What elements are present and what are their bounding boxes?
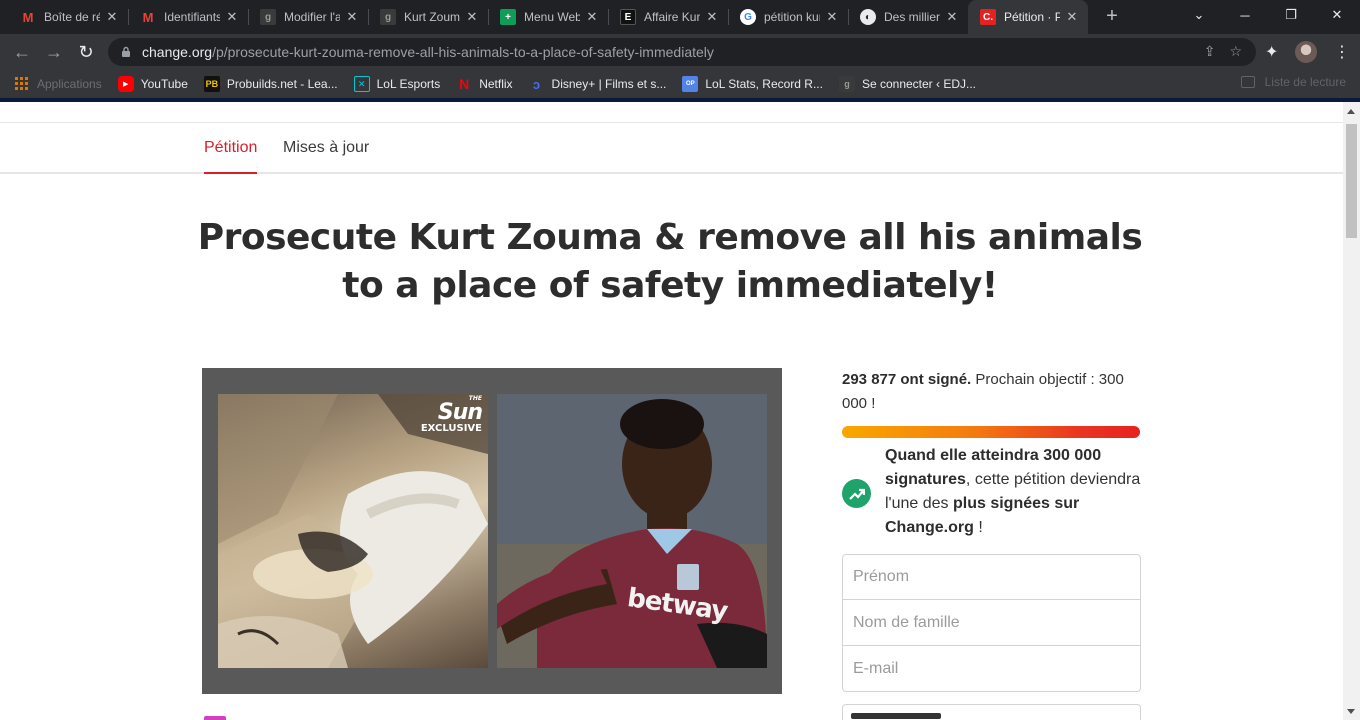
trending-up-icon [842,479,871,508]
tab-petition[interactable]: Pétition [204,123,258,174]
site-icon: g [260,9,276,25]
page-viewport: Pétition Mises à jour Prosecute Kurt Zou… [0,102,1343,720]
browser-tab[interactable]: M Boîte de réception✕ [8,0,128,34]
netflix-icon: N [459,76,470,92]
site-icon: E [620,9,636,25]
opgg-icon: OP [682,76,699,92]
youtube-icon: ▶ [117,76,134,92]
petition-title: Prosecute Kurt Zouma & remove all his an… [197,217,1143,306]
extensions-icon[interactable]: ✦ [1265,42,1278,62]
scrollbar-thumb[interactable] [1346,124,1357,238]
browser-tab-strip: M Boîte de réception✕ M Identifiants✕ g … [0,0,1360,34]
sheets-icon: + [500,9,516,25]
minimize-button[interactable]: ─ [1222,0,1268,30]
last-name-field[interactable] [842,600,1141,646]
bookmark-lol-esports[interactable]: ✕ LoL Esports [353,76,440,92]
close-tab-icon[interactable]: ✕ [464,9,480,25]
cat-video-still: THE Sun EXCLUSIVE [218,394,488,668]
site-icon: g [838,76,855,92]
close-window-button[interactable]: ✕ [1314,0,1360,30]
close-tab-icon[interactable]: ✕ [824,9,840,25]
close-tab-icon[interactable]: ✕ [104,9,120,25]
close-tab-icon[interactable]: ✕ [1064,9,1080,25]
bookmark-probuilds[interactable]: PB Probuilds.net - Lea... [203,76,338,92]
bookmark-disney[interactable]: ↄ Disney+ | Films et s... [529,76,666,92]
browser-toolbar: ← → ↻ change.org/p/prosecute-kurt-zouma-… [0,34,1360,70]
reload-icon[interactable]: ↻ [74,40,98,64]
author-badge-icon [204,716,226,720]
url-text: change.org/p/prosecute-kurt-zouma-remove… [142,44,714,60]
tab-search-icon[interactable]: ⌄ [1176,0,1222,30]
reading-list-button[interactable]: Liste de lecture [1240,75,1346,89]
scroll-down-arrow-icon[interactable] [1347,709,1355,714]
share-icon[interactable]: ⇪ [1204,43,1216,60]
probuilds-icon: PB [203,76,220,92]
close-tab-icon[interactable]: ✕ [944,9,960,25]
new-tab-button[interactable]: + [1098,5,1126,29]
globe-icon: ◐ [860,9,876,25]
gmail-icon: M [142,9,154,25]
disney-icon: ↄ [532,76,541,92]
tab-updates[interactable]: Mises à jour [283,123,369,174]
address-bar[interactable]: change.org/p/prosecute-kurt-zouma-remove… [108,38,1256,66]
menu-icon[interactable]: ⋮ [1334,42,1350,62]
gmail-icon: M [22,9,34,25]
location-select[interactable] [842,704,1141,720]
lock-icon [122,46,130,57]
browser-tab[interactable]: g Kurt Zouma✕ [368,0,488,34]
first-name-field[interactable] [842,554,1141,600]
scroll-up-arrow-icon[interactable] [1347,109,1355,114]
back-icon[interactable]: ← [10,40,34,64]
bookmarks-bar: Applications ▶ YouTube PB Probuilds.net … [0,70,1360,98]
close-tab-icon[interactable]: ✕ [704,9,720,25]
reading-list-icon [1240,76,1255,88]
change-icon: C. [980,9,996,25]
sign-form [842,554,1141,720]
google-icon: G [740,9,756,25]
lol-esports-icon: ✕ [353,76,370,92]
petition-media[interactable]: THE Sun EXCLUSIVE betway [202,368,782,694]
browser-tab[interactable]: ◐ Des milliers ✕ [848,0,968,34]
petition-tabs: Pétition Mises à jour [0,123,1343,174]
bookmark-netflix[interactable]: N Netflix [456,76,512,92]
browser-tab[interactable]: M Identifiants ✕ [128,0,248,34]
bookmark-apps[interactable]: Applications [14,76,102,92]
browser-tab-active[interactable]: C. Pétition · Prosecute✕ [968,0,1088,34]
milestone-text: Quand elle atteindra 300 000 signatures,… [885,447,1141,536]
bookmark-star-icon[interactable]: ☆ [1229,43,1242,60]
close-tab-icon[interactable]: ✕ [224,9,240,25]
close-tab-icon[interactable]: ✕ [344,9,360,25]
signature-progress-bar [842,426,1140,438]
change-logo[interactable] [285,102,345,106]
signature-count: 293 877 ont signé. Prochain objectif : 3… [842,371,1124,412]
bookmark-lol-stats[interactable]: OP LoL Stats, Record R... [682,76,823,92]
apps-grid-icon [14,76,30,92]
site-icon: g [380,9,396,25]
close-tab-icon[interactable]: ✕ [584,9,600,25]
bookmark-edj[interactable]: g Se connecter ‹ EDJ... [838,76,976,92]
sign-sidebar: 293 877 ont signé. Prochain objectif : 3… [842,368,1142,720]
browser-tab[interactable]: g Modifier l'article✕ [248,0,368,34]
profile-avatar[interactable] [1295,41,1317,63]
browser-tab[interactable]: G pétition kurt zouma✕ [728,0,848,34]
forward-icon[interactable]: → [42,40,66,64]
browser-tab[interactable]: + Menu Web ✕ [488,0,608,34]
sun-exclusive-badge: THE Sun EXCLUSIVE [420,395,483,434]
email-field[interactable] [842,646,1141,692]
browser-tab[interactable]: E Affaire Kurt Zouma✕ [608,0,728,34]
restore-button[interactable]: ❐ [1268,0,1314,30]
page-scrollbar[interactable] [1343,102,1360,720]
bookmark-youtube[interactable]: ▶ YouTube [117,76,188,92]
player-photo: betway [497,394,767,668]
